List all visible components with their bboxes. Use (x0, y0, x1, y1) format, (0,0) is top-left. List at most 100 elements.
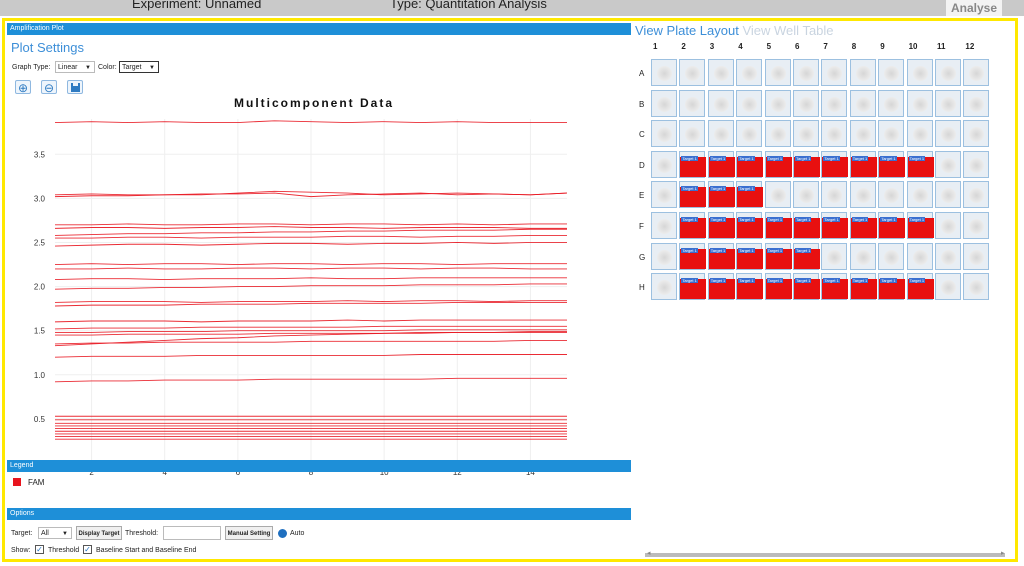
well[interactable] (963, 89, 990, 117)
well[interactable] (849, 59, 876, 86)
well[interactable] (736, 89, 763, 117)
well[interactable] (906, 59, 933, 86)
target-select[interactable]: All ▼ (38, 527, 72, 539)
row-header[interactable]: D (639, 161, 645, 170)
well[interactable]: Target 1 (793, 150, 820, 178)
well[interactable] (963, 150, 990, 178)
well[interactable]: Target 1 (906, 273, 934, 301)
well[interactable]: Target 1 (764, 212, 792, 239)
well[interactable]: Target 1 (821, 150, 849, 178)
well[interactable]: Target 1 (736, 150, 764, 178)
zoom-out-button[interactable]: ⊖ (41, 80, 57, 95)
well[interactable] (906, 120, 933, 148)
well[interactable] (906, 242, 933, 270)
well[interactable] (651, 150, 677, 178)
row-header[interactable]: A (639, 69, 644, 78)
well[interactable]: Target 1 (878, 212, 906, 239)
well[interactable]: Target 1 (736, 181, 764, 209)
well[interactable] (935, 59, 961, 86)
column-header[interactable]: 4 (738, 42, 742, 51)
color-select[interactable]: Target ▼ (119, 61, 159, 73)
save-button[interactable] (67, 80, 83, 94)
well[interactable]: Target 1 (679, 273, 707, 301)
well[interactable] (651, 273, 677, 301)
well[interactable]: Target 1 (764, 273, 792, 301)
well[interactable]: Target 1 (821, 212, 849, 239)
well[interactable] (821, 242, 848, 270)
scroll-right-icon[interactable]: ▸ (1001, 549, 1005, 557)
well[interactable] (935, 181, 961, 209)
well[interactable] (906, 181, 933, 209)
row-header[interactable]: C (639, 130, 645, 139)
baseline-checkbox[interactable]: ✓ (83, 545, 92, 554)
well[interactable]: Target 1 (793, 242, 820, 270)
column-header[interactable]: 12 (965, 42, 974, 51)
row-header[interactable]: G (639, 253, 645, 262)
well[interactable] (764, 181, 791, 209)
well[interactable] (878, 59, 905, 86)
well[interactable] (849, 120, 876, 148)
well[interactable]: Target 1 (679, 242, 707, 270)
well[interactable]: Target 1 (764, 242, 792, 270)
well[interactable] (935, 150, 961, 178)
row-header[interactable]: H (639, 283, 645, 292)
well[interactable] (651, 242, 677, 270)
column-header[interactable]: 5 (767, 42, 771, 51)
zoom-in-button[interactable]: ⊕ (15, 80, 31, 95)
column-header[interactable]: 9 (880, 42, 884, 51)
well[interactable] (679, 89, 706, 117)
column-header[interactable]: 1 (653, 42, 657, 51)
well[interactable] (793, 181, 819, 209)
well[interactable] (935, 273, 961, 301)
well[interactable] (878, 120, 905, 148)
graph-type-select[interactable]: Linear ▼ (55, 61, 95, 73)
well[interactable] (793, 120, 819, 148)
well[interactable]: Target 1 (821, 273, 849, 301)
well[interactable] (793, 59, 819, 86)
threshold-checkbox[interactable]: ✓ (35, 545, 44, 554)
display-target-button[interactable]: Display Target (76, 526, 122, 540)
well[interactable] (935, 212, 961, 239)
well[interactable] (849, 242, 876, 270)
well[interactable]: Target 1 (707, 273, 735, 301)
well[interactable] (849, 89, 876, 117)
well[interactable] (651, 59, 677, 86)
well[interactable] (707, 59, 734, 86)
well[interactable] (849, 181, 876, 209)
well[interactable] (935, 120, 961, 148)
well[interactable] (906, 89, 933, 117)
column-header[interactable]: 2 (681, 42, 685, 51)
well[interactable] (963, 181, 990, 209)
well[interactable] (935, 242, 961, 270)
well[interactable] (821, 89, 848, 117)
well[interactable] (651, 120, 677, 148)
analyse-button[interactable]: Analyse (945, 0, 1002, 16)
well[interactable]: Target 1 (878, 150, 906, 178)
column-header[interactable]: 3 (710, 42, 714, 51)
well[interactable]: Target 1 (707, 181, 735, 209)
well[interactable] (736, 120, 763, 148)
well[interactable] (651, 212, 677, 239)
well[interactable]: Target 1 (764, 150, 792, 178)
column-header[interactable]: 6 (795, 42, 799, 51)
well[interactable]: Target 1 (679, 212, 707, 239)
well[interactable] (651, 89, 677, 117)
column-header[interactable]: 8 (852, 42, 856, 51)
well[interactable] (679, 59, 706, 86)
column-header[interactable]: 7 (823, 42, 827, 51)
well[interactable] (793, 89, 819, 117)
column-header[interactable]: 10 (909, 42, 918, 51)
auto-radio[interactable] (278, 529, 287, 538)
well[interactable]: Target 1 (736, 242, 764, 270)
row-header[interactable]: B (639, 100, 644, 109)
well[interactable] (935, 89, 961, 117)
well[interactable]: Target 1 (878, 273, 906, 301)
well[interactable] (963, 273, 990, 301)
well[interactable] (878, 242, 905, 270)
well[interactable] (764, 59, 791, 86)
well[interactable] (707, 120, 734, 148)
well[interactable] (878, 89, 905, 117)
well[interactable] (764, 120, 791, 148)
well[interactable] (821, 120, 848, 148)
scroll-left-icon[interactable]: ◂ (647, 549, 651, 557)
